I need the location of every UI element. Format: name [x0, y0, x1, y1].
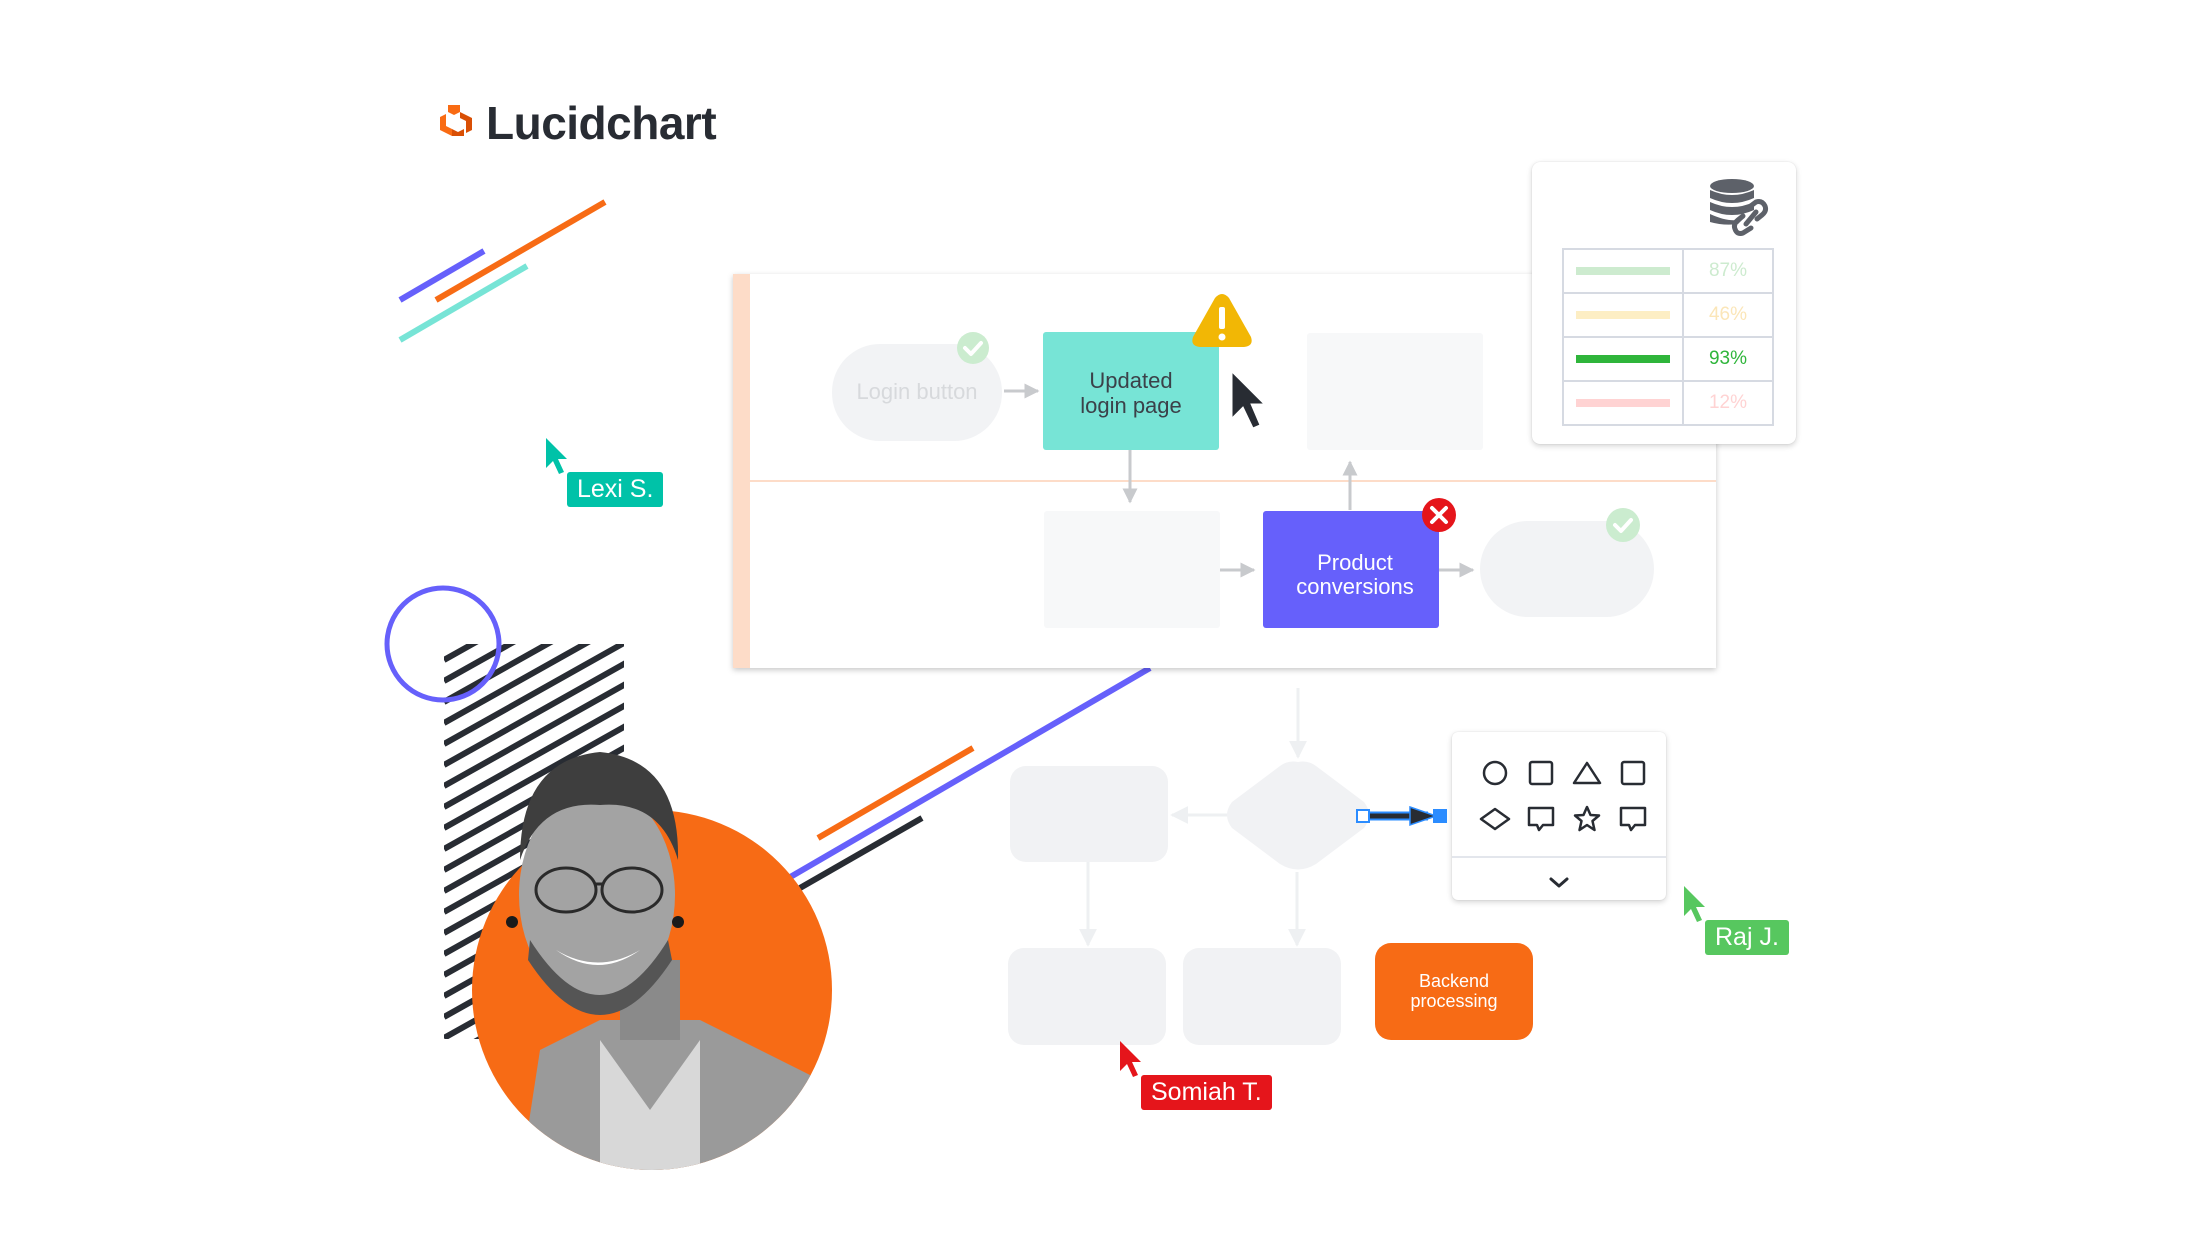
data-table-row: 46% [1562, 292, 1774, 338]
expand-palette-button[interactable] [1452, 856, 1666, 908]
collaborator-tag-somiah: Somiah T. [1141, 1075, 1272, 1110]
success-check-icon [1606, 508, 1640, 542]
node-label-line-1: Updated [1089, 368, 1172, 393]
progress-bar [1576, 398, 1670, 407]
collaborator-cursor-icon [546, 438, 567, 474]
error-x-icon [1422, 498, 1456, 532]
decorative-lines-top [398, 199, 607, 343]
node-left-box[interactable] [1010, 766, 1168, 862]
node-decision[interactable] [1227, 761, 1369, 870]
progress-bar [1576, 310, 1670, 319]
data-table-row: 87% [1562, 248, 1774, 294]
data-table: 87% 46% 93% 12% [1562, 248, 1774, 426]
progress-bar-cell [1562, 336, 1684, 382]
node-bottom-middle-box[interactable] [1183, 948, 1341, 1045]
node-label-line-1: Product [1317, 550, 1393, 575]
collaborator-cursor-icon [1684, 886, 1705, 922]
progress-bar-cell [1562, 380, 1684, 426]
shape-palette[interactable] [1452, 732, 1666, 900]
star-shape-icon[interactable] [1564, 802, 1610, 836]
speech-bubble-shape-icon[interactable] [1610, 802, 1656, 836]
node-bottom-left-box[interactable] [1008, 948, 1166, 1045]
progress-bar [1576, 354, 1670, 363]
progress-bar [1576, 266, 1670, 275]
database-link-icon [1710, 179, 1769, 236]
selected-connector[interactable] [1356, 805, 1447, 827]
stripe-line [444, 660, 624, 768]
decorative-circle [384, 585, 502, 703]
node-backend-processing[interactable]: Backend processing [1375, 943, 1533, 1040]
connector-start-handle[interactable] [1356, 809, 1370, 823]
collaborator-tag-lexi: Lexi S. [567, 472, 664, 507]
triangle-shape-icon[interactable] [1564, 756, 1610, 790]
square-shape-icon[interactable] [1518, 756, 1564, 790]
success-check-icon [957, 332, 989, 364]
diamond-shape-icon[interactable] [1472, 802, 1518, 836]
speech-bubble-shape-icon[interactable] [1518, 802, 1564, 836]
node-product-conversions[interactable]: Product conversions [1263, 511, 1439, 628]
lucid-cube-logo-icon [440, 105, 472, 136]
lane-header-bar [733, 274, 750, 668]
data-table-row: 93% [1562, 336, 1774, 382]
stripe-line [444, 644, 517, 684]
data-table-row: 12% [1562, 380, 1774, 426]
percentage-value: 46% [1682, 292, 1774, 338]
brand-logo: Lucidchart [438, 96, 717, 150]
node-top-placeholder[interactable] [1307, 333, 1483, 450]
progress-bar-cell [1562, 248, 1684, 294]
data-linking-panel[interactable]: 87% 46% 93% 12% [1532, 162, 1796, 444]
percentage-value: 12% [1682, 380, 1774, 426]
avatar [472, 752, 832, 1170]
node-label: Login button [856, 379, 977, 404]
circle-shape-icon[interactable] [1472, 756, 1518, 790]
chevron-down-icon [1549, 877, 1569, 888]
node-label-line-1: Backend [1419, 971, 1489, 991]
node-label-line-2: conversions [1296, 574, 1413, 599]
connector-end-handle[interactable] [1433, 809, 1447, 823]
brand-name: Lucidchart [486, 97, 717, 149]
collaborator-cursor-icon [1120, 1041, 1141, 1077]
stripe-line [444, 644, 554, 705]
collaborator-tag-raj: Raj J. [1705, 920, 1789, 955]
percentage-value: 93% [1682, 336, 1774, 382]
progress-bar-cell [1562, 292, 1684, 338]
percentage-value: 87% [1682, 248, 1774, 294]
node-label-line-2: login page [1080, 393, 1182, 418]
stripe-line [444, 644, 479, 663]
canvas: Login button Updated login page Product … [384, 199, 1716, 1170]
stripe-line [444, 644, 591, 726]
square-shape-icon[interactable] [1610, 756, 1656, 790]
node-bottom-placeholder[interactable] [1044, 511, 1220, 628]
node-updated-login-page[interactable]: Updated login page [1043, 332, 1219, 450]
node-label-line-2: processing [1410, 991, 1497, 1011]
